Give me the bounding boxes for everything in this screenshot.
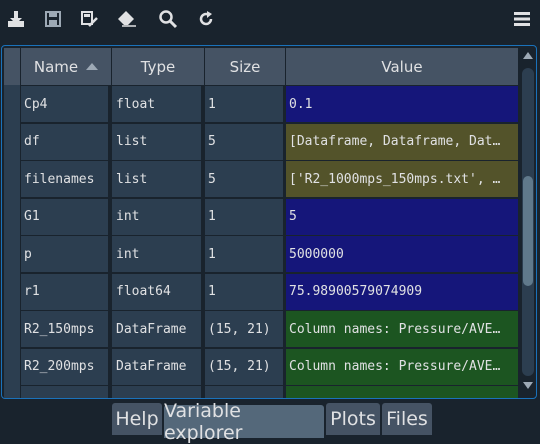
column-header-size-label: Size bbox=[229, 57, 261, 76]
variable-table[interactable]: Name Type Size Value Cp4 float 1 0.1 df list 5… bbox=[21, 48, 518, 398]
variable-size-cell[interactable]: 5 bbox=[205, 123, 285, 160]
table-row[interactable]: R2_250mpsDataFrame(15, 21)Column names: … bbox=[21, 386, 518, 398]
variable-size-cell[interactable]: (15, 21) bbox=[205, 386, 285, 398]
variable-type-cell[interactable]: float64 bbox=[112, 273, 203, 310]
variable-name-cell[interactable]: G1 bbox=[21, 198, 110, 235]
table-row[interactable]: G1 int 1 5 bbox=[21, 198, 518, 236]
variable-type-cell[interactable]: list bbox=[112, 123, 203, 160]
table-row[interactable]: p int 1 5000000 bbox=[21, 236, 518, 273]
scrollbar-thumb[interactable] bbox=[523, 176, 533, 286]
column-header-type-label: Type bbox=[140, 57, 176, 76]
variable-type-cell[interactable]: int bbox=[112, 236, 203, 272]
tab-files[interactable]: Files bbox=[382, 403, 432, 435]
column-header-size[interactable]: Size bbox=[205, 48, 286, 85]
variable-size-cell[interactable]: 1 bbox=[205, 198, 285, 235]
row-header-gutter bbox=[4, 48, 20, 398]
variable-size-cell[interactable]: 1 bbox=[205, 236, 285, 272]
column-header-name[interactable]: Name bbox=[21, 48, 112, 85]
variable-value-cell[interactable]: ['R2_1000mps_150mps.txt', … bbox=[286, 161, 518, 197]
variable-value-cell[interactable]: 5000000 bbox=[286, 236, 518, 272]
search-icon[interactable] bbox=[155, 6, 181, 32]
variable-explorer-toolbar bbox=[0, 0, 540, 38]
variable-size-cell[interactable]: 1 bbox=[205, 86, 285, 122]
variable-size-cell[interactable]: 1 bbox=[205, 273, 285, 310]
scroll-up-arrow-icon[interactable] bbox=[523, 52, 533, 59]
options-menu-icon[interactable] bbox=[509, 6, 535, 32]
refresh-icon[interactable] bbox=[193, 6, 219, 32]
variable-type-cell[interactable]: DataFrame bbox=[112, 386, 203, 398]
corner-header bbox=[4, 48, 20, 85]
variable-value-cell[interactable]: Column names: Pressure/AVE… bbox=[286, 348, 518, 385]
variable-name-cell[interactable]: r1 bbox=[21, 273, 110, 310]
eraser-icon[interactable] bbox=[114, 6, 140, 32]
scroll-down-arrow-icon[interactable] bbox=[523, 382, 533, 389]
table-row[interactable]: Cp4 float 1 0.1 bbox=[21, 86, 518, 123]
variable-type-cell[interactable]: DataFrame bbox=[112, 348, 203, 385]
variable-name-cell[interactable]: R2_250mps bbox=[21, 386, 110, 398]
variable-size-cell[interactable]: (15, 21) bbox=[205, 348, 285, 385]
tab-help[interactable]: Help bbox=[112, 403, 162, 435]
variable-name-cell[interactable]: R2_150mps bbox=[21, 311, 110, 347]
table-row[interactable]: df list 5 [Dataframe, Dataframe, Dat… bbox=[21, 123, 518, 161]
variable-type-cell[interactable]: DataFrame bbox=[112, 311, 203, 347]
pane-tab-bar: Help Variable explorer Plots Files bbox=[0, 400, 540, 444]
variable-name-cell[interactable]: filenames bbox=[21, 161, 110, 197]
table-row[interactable]: r1 float64 1 75.98900579074909 bbox=[21, 273, 518, 311]
tab-variable-explorer[interactable]: Variable explorer bbox=[164, 400, 324, 444]
sort-ascending-icon bbox=[86, 63, 99, 70]
column-header-value-label: Value bbox=[381, 57, 423, 76]
variable-name-cell[interactable]: p bbox=[21, 236, 110, 272]
tab-plots[interactable]: Plots bbox=[326, 403, 380, 435]
save-as-icon[interactable] bbox=[76, 6, 102, 32]
variable-value-cell[interactable]: 75.98900579074909 bbox=[286, 273, 518, 310]
table-row[interactable]: filenames list 5 ['R2_1000mps_150mps.txt', … bbox=[21, 161, 518, 198]
variable-table-pane: Name Type Size Value Cp4 float 1 0.1 df list 5… bbox=[1, 45, 537, 399]
variable-value-cell[interactable]: [Dataframe, Dataframe, Dat… bbox=[286, 123, 518, 160]
vertical-scrollbar[interactable] bbox=[520, 48, 536, 398]
variable-value-cell[interactable]: Column names: Pressure/AVE… bbox=[286, 311, 518, 347]
column-header-type[interactable]: Type bbox=[112, 48, 205, 85]
variable-value-cell[interactable]: 0.1 bbox=[286, 86, 518, 122]
variable-value-cell[interactable]: 5 bbox=[286, 198, 518, 235]
variable-size-cell[interactable]: (15, 21) bbox=[205, 311, 285, 347]
variable-name-cell[interactable]: df bbox=[21, 123, 110, 160]
column-header-name-label: Name bbox=[33, 57, 79, 76]
variable-size-cell[interactable]: 5 bbox=[205, 161, 285, 197]
column-header-value[interactable]: Value bbox=[286, 48, 518, 85]
save-data-icon[interactable] bbox=[40, 6, 66, 32]
variable-value-cell[interactable]: Column names: Pressure/AVE… bbox=[286, 386, 518, 398]
variable-name-cell[interactable]: Cp4 bbox=[21, 86, 110, 122]
variable-type-cell[interactable]: int bbox=[112, 198, 203, 235]
variable-type-cell[interactable]: list bbox=[112, 161, 203, 197]
table-row[interactable]: R2_150mps DataFrame (15, 21) Column names: … bbox=[21, 311, 518, 348]
table-row[interactable]: R2_200mps DataFrame (15, 21) Column names: … bbox=[21, 348, 518, 386]
import-data-icon[interactable] bbox=[3, 6, 29, 32]
variable-type-cell[interactable]: float bbox=[112, 86, 203, 122]
variable-name-cell[interactable]: R2_200mps bbox=[21, 348, 110, 385]
